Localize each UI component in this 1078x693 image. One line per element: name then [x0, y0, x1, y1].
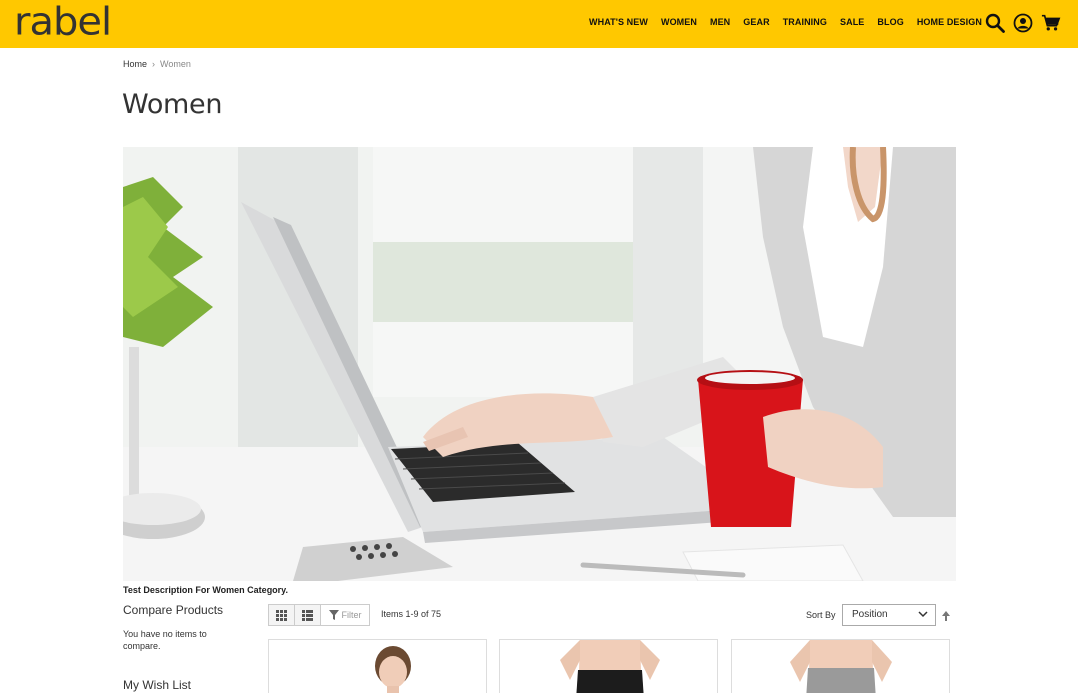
nav-item-whats-new[interactable]: WHAT'S NEW: [589, 17, 648, 27]
product-image: [790, 640, 892, 693]
account-icon[interactable]: [1013, 12, 1033, 34]
items-count: Items 1-9 of 75: [381, 609, 442, 619]
list-view-button[interactable]: [295, 605, 321, 625]
list-icon: [302, 609, 313, 621]
main-nav: WHAT'S NEW WOMEN MEN GEAR TRAINING SALE …: [589, 17, 995, 27]
sort-by-label: Sort By: [806, 610, 836, 620]
nav-item-training[interactable]: TRAINING: [783, 17, 827, 27]
view-mode-switcher: Filter: [268, 604, 370, 626]
sort-by-select[interactable]: Position: [842, 604, 936, 626]
product-card[interactable]: [731, 639, 950, 693]
nav-item-women[interactable]: WOMEN: [661, 17, 697, 27]
search-icon[interactable]: [985, 12, 1005, 34]
product-image: [560, 640, 660, 693]
sort-by-value: Position: [852, 609, 888, 620]
product-image: [375, 646, 411, 693]
nav-item-gear[interactable]: GEAR: [743, 17, 769, 27]
nav-item-blog[interactable]: BLOG: [877, 17, 903, 27]
compare-products-empty-text: You have no items to compare.: [123, 629, 207, 651]
wishlist-title: My Wish List: [123, 678, 192, 692]
breadcrumb-separator: ›: [152, 59, 156, 69]
breadcrumb-current: Women: [160, 59, 191, 69]
nav-item-sale[interactable]: SALE: [840, 17, 864, 27]
logo[interactable]: rabel: [14, 3, 112, 41]
filter-icon: [328, 610, 339, 620]
grid-icon: [276, 609, 287, 621]
arrow-up-icon: [942, 611, 950, 621]
breadcrumb-home[interactable]: Home: [123, 59, 147, 69]
nav-item-men[interactable]: MEN: [710, 17, 730, 27]
category-description: Test Description For Women Category.: [123, 585, 289, 595]
filter-button[interactable]: Filter: [321, 605, 369, 625]
chevron-down-icon: [918, 611, 928, 618]
category-banner-image: [123, 147, 956, 581]
compare-products-title: Compare Products: [123, 603, 224, 617]
filter-label: Filter: [341, 610, 362, 620]
breadcrumb: Home › Women: [123, 59, 191, 69]
product-card[interactable]: [268, 639, 487, 693]
nav-item-home-design[interactable]: HOME DESIGN: [917, 17, 982, 27]
product-card[interactable]: [499, 639, 718, 693]
page-title: Women: [122, 89, 223, 120]
grid-view-button[interactable]: [269, 605, 295, 625]
sort-direction-button[interactable]: [941, 609, 951, 627]
site-header: rabel WHAT'S NEW WOMEN MEN GEAR TRAINING…: [0, 0, 1078, 48]
cart-icon[interactable]: [1041, 12, 1061, 34]
header-icons: [985, 12, 1069, 34]
